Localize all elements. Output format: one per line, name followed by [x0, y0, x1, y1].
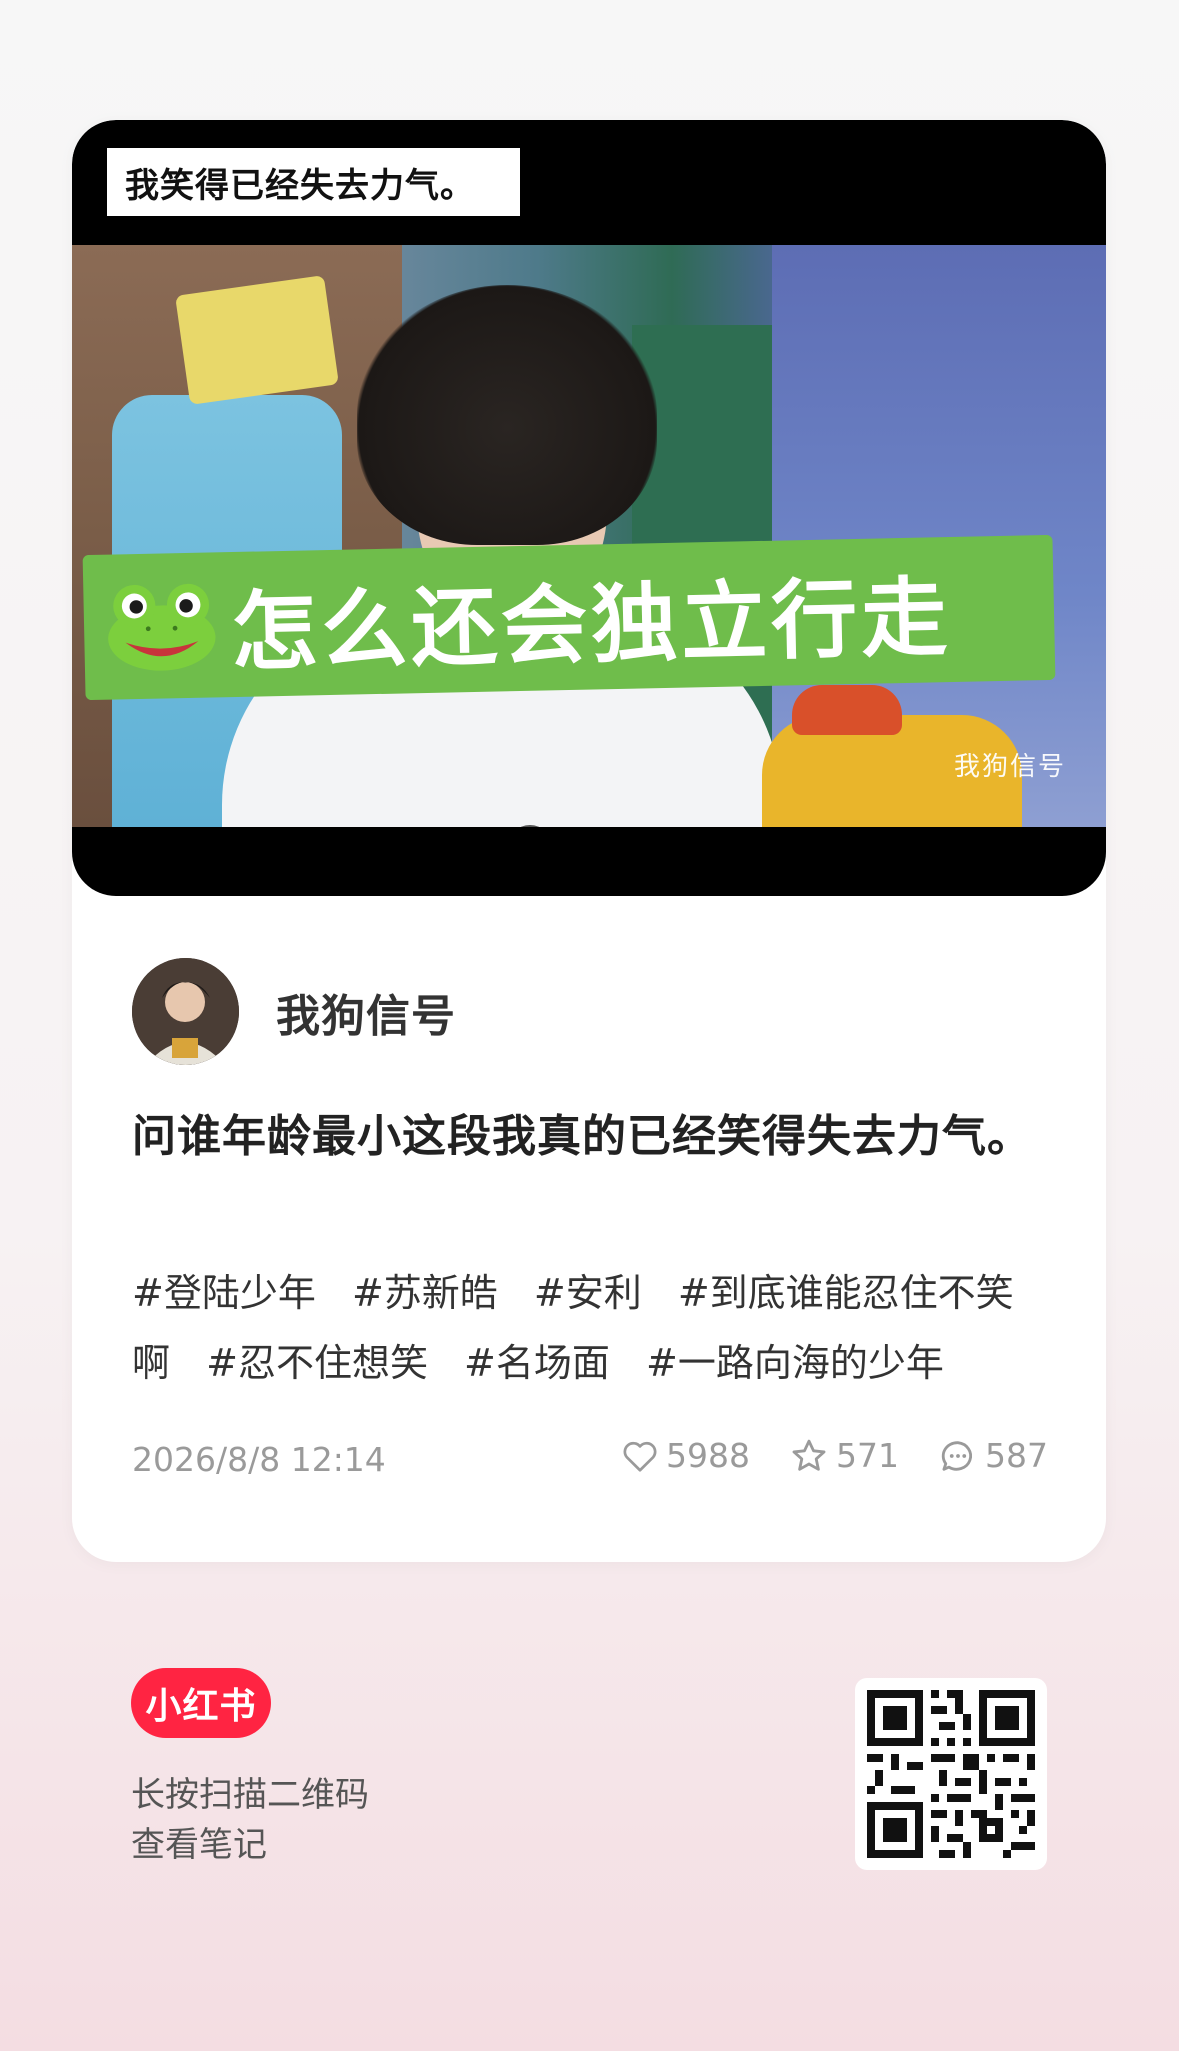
scan-hint-line2: 查看笔记 — [131, 1825, 267, 1865]
tag-list: #登陆少年 #苏新皓 #安利 #到底谁能忍住不笑啊 #忍不住想笑 #名场面 #一… — [132, 1258, 1052, 1398]
qr-code[interactable] — [855, 1678, 1047, 1870]
scan-hint: 长按扫描二维码 查看笔记 — [131, 1770, 369, 1870]
scan-hint-line1: 长按扫描二维码 — [131, 1775, 369, 1815]
video-frame: 我狗信号 怎么还会独立行走 — [72, 245, 1106, 827]
video-thumbnail[interactable]: 我笑得已经失去力气。 我狗信号 怎么还会独立行走 — [72, 120, 1106, 896]
frog-face-icon — [108, 583, 216, 671]
note-card: 我笑得已经失去力气。 我狗信号 怎么还会独立行走 我狗信号 问谁年龄最小这段我真… — [72, 120, 1106, 1562]
star-icon — [792, 1439, 826, 1471]
hashtag-link[interactable]: #忍不住想笑 — [206, 1341, 428, 1385]
author-avatar[interactable] — [132, 958, 239, 1065]
hashtag-link[interactable]: #安利 — [534, 1271, 642, 1315]
comment-count: 587 — [985, 1436, 1048, 1475]
post-title: 问谁年龄最小这段我真的已经笑得失去力气。 — [132, 1111, 1032, 1162]
hashtag-link[interactable]: #苏新皓 — [352, 1271, 498, 1315]
like-button[interactable]: 5988 — [622, 1436, 750, 1475]
favorite-count: 571 — [836, 1436, 899, 1475]
heart-icon — [623, 1441, 657, 1472]
video-watermark: 我狗信号 — [953, 752, 1066, 782]
hashtag-link[interactable]: #一路向海的少年 — [646, 1341, 944, 1385]
hashtag-link[interactable]: #名场面 — [464, 1341, 610, 1385]
favorite-button[interactable]: 571 — [790, 1436, 899, 1475]
like-count: 5988 — [666, 1436, 750, 1475]
banner-text: 怎么还会独立行走 — [230, 568, 953, 684]
hashtag-link[interactable]: #登陆少年 — [132, 1271, 316, 1315]
media-caption: 我笑得已经失去力气。 — [107, 148, 520, 216]
xiaohongshu-logo: 小红书 — [131, 1668, 271, 1738]
comment-button[interactable]: 587 — [939, 1436, 1048, 1475]
engagement-stats: 5988 571 587 — [582, 1436, 1048, 1475]
post-timestamp: 2026/8/8 12:14 — [132, 1440, 386, 1479]
banner-subtitle: 怎么还会独立行走 — [82, 534, 1056, 701]
comment-bubble-icon — [941, 1440, 973, 1471]
author-name[interactable]: 我狗信号 — [276, 980, 456, 1044]
